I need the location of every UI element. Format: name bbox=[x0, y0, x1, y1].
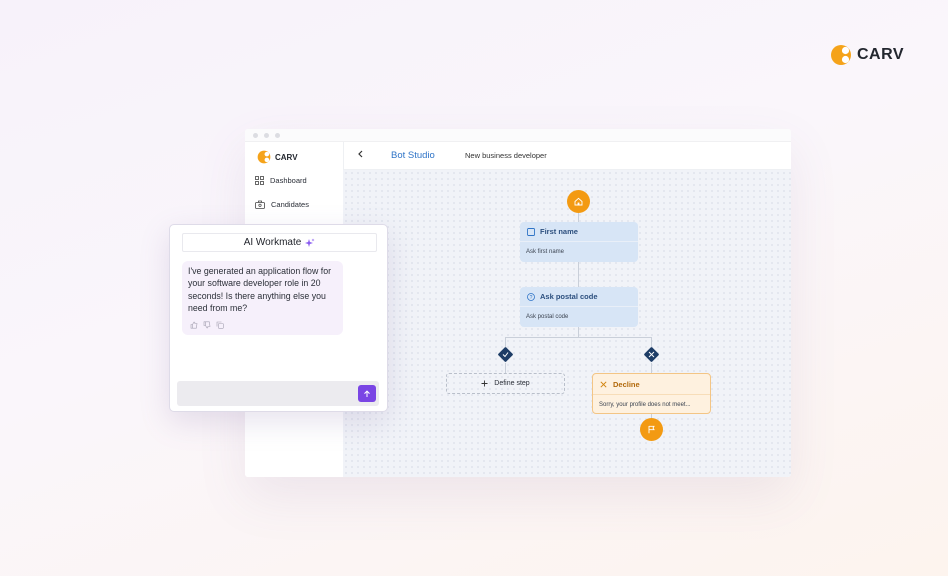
window-dot bbox=[253, 133, 258, 138]
assistant-message: I've generated an application flow for y… bbox=[182, 261, 343, 335]
arrow-up-icon bbox=[364, 389, 370, 397]
send-button[interactable] bbox=[358, 385, 376, 402]
chat-title: AI Workmate bbox=[243, 237, 302, 248]
connector bbox=[578, 213, 579, 222]
node-header: Decline bbox=[600, 380, 640, 389]
sidebar-logo[interactable]: CARV bbox=[257, 150, 298, 164]
close-icon bbox=[600, 381, 607, 388]
window-dot bbox=[275, 133, 280, 138]
chat-input[interactable] bbox=[177, 381, 379, 406]
check-icon bbox=[502, 352, 509, 358]
condition-false-node[interactable] bbox=[643, 346, 660, 363]
start-node[interactable] bbox=[567, 190, 590, 213]
divider bbox=[593, 394, 710, 395]
node-subtitle: Sorry, your profile does not meet... bbox=[599, 402, 691, 408]
window-titlebar bbox=[245, 129, 791, 142]
thumbs-up-icon[interactable] bbox=[190, 321, 198, 329]
checkbox-icon bbox=[527, 227, 535, 236]
chat-header: AI Workmate bbox=[182, 233, 377, 252]
bot-name: New business developer bbox=[465, 151, 547, 160]
flag-icon bbox=[648, 425, 655, 434]
define-step-label: Define step bbox=[494, 380, 530, 387]
node-subtitle: Ask postal code bbox=[526, 314, 569, 320]
connector bbox=[505, 337, 651, 338]
carv-logo-icon bbox=[257, 150, 271, 164]
svg-text:?: ? bbox=[530, 295, 533, 301]
flow-node-decline[interactable]: Decline Sorry, your profile does not mee… bbox=[592, 373, 711, 414]
thumbs-down-icon[interactable] bbox=[203, 321, 211, 329]
flow-canvas[interactable]: First name Ask first name ? Ask postal c… bbox=[343, 170, 791, 477]
home-icon bbox=[574, 197, 583, 206]
node-title: Ask postal code bbox=[540, 292, 598, 301]
connector bbox=[578, 327, 579, 337]
flow-node-postal-code[interactable]: ? Ask postal code Ask postal code bbox=[520, 287, 638, 327]
studio-header: Bot Studio New business developer bbox=[343, 142, 791, 170]
grid-icon bbox=[255, 176, 264, 185]
brand-name: CARV bbox=[857, 46, 905, 63]
node-header: First name bbox=[520, 222, 638, 242]
message-actions bbox=[190, 321, 224, 329]
connector bbox=[651, 337, 652, 347]
question-icon: ? bbox=[527, 292, 535, 301]
sidebar-item-label: Candidates bbox=[271, 200, 309, 209]
end-node[interactable] bbox=[640, 418, 663, 441]
page-title: Bot Studio bbox=[391, 150, 435, 161]
node-header: ? Ask postal code bbox=[520, 287, 638, 307]
node-title: First name bbox=[540, 227, 578, 236]
connector bbox=[505, 337, 506, 347]
connector bbox=[651, 363, 652, 373]
sidebar-item-label: Dashboard bbox=[270, 176, 307, 185]
plus-icon bbox=[481, 380, 488, 387]
connector bbox=[505, 363, 506, 373]
define-step-button[interactable]: Define step bbox=[446, 373, 565, 394]
flow-node-first-name[interactable]: First name Ask first name bbox=[520, 222, 638, 262]
message-text: I've generated an application flow for y… bbox=[188, 266, 332, 313]
node-title: Decline bbox=[613, 380, 640, 389]
briefcase-icon bbox=[255, 200, 265, 209]
node-subtitle: Ask first name bbox=[526, 249, 565, 255]
sidebar-item-candidates[interactable]: Candidates bbox=[255, 200, 309, 209]
sparkle-icon bbox=[305, 238, 315, 247]
ai-workmate-panel: AI Workmate I've generated an applicatio… bbox=[169, 224, 388, 412]
brand-logo: CARV bbox=[830, 44, 904, 66]
x-check-icon bbox=[648, 351, 655, 358]
copy-icon[interactable] bbox=[216, 321, 224, 329]
condition-true-node[interactable] bbox=[497, 346, 514, 363]
sidebar-item-dashboard[interactable]: Dashboard bbox=[255, 176, 307, 185]
carv-logo-icon bbox=[831, 45, 851, 65]
connector bbox=[578, 262, 579, 287]
window-dot bbox=[264, 133, 269, 138]
sidebar-logo-text: CARV bbox=[275, 152, 298, 162]
